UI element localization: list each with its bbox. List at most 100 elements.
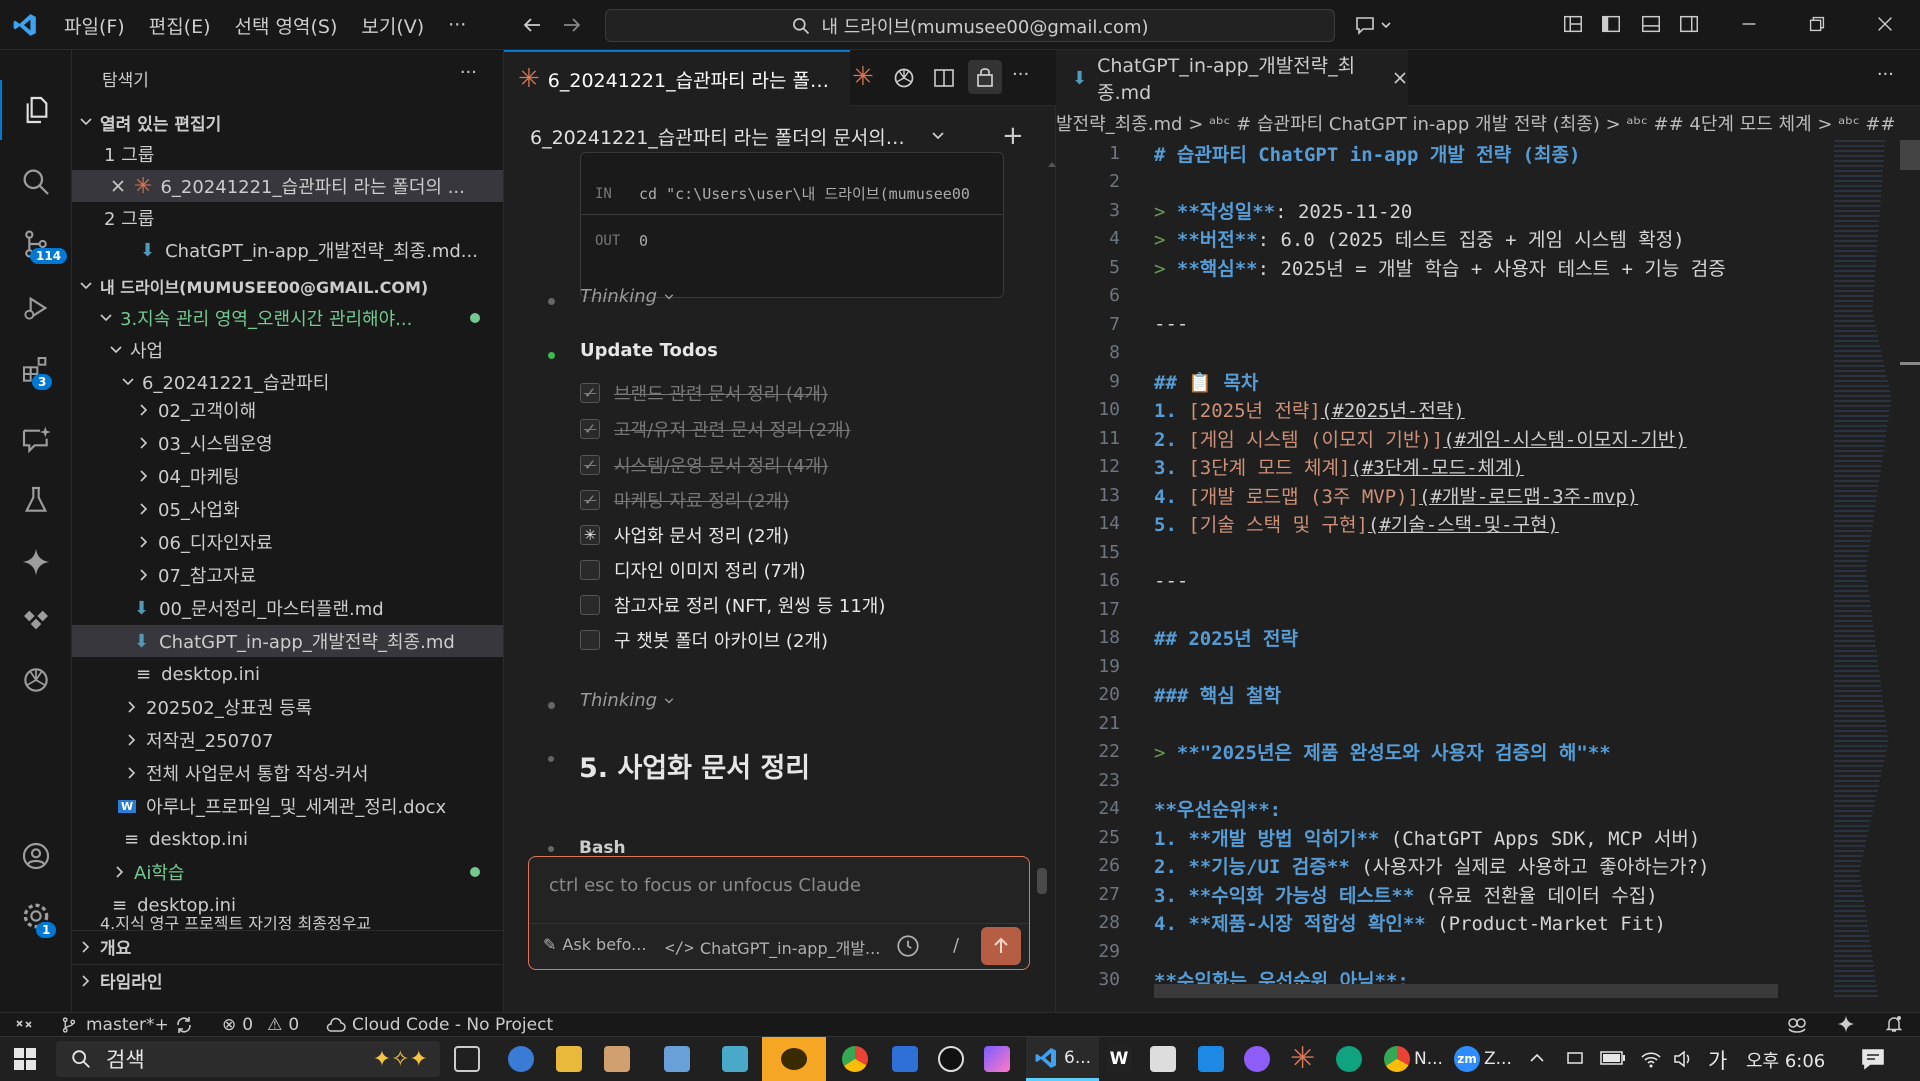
line-text[interactable]: # 습관파티 ChatGPT in-app 개발 전략 (최종) xyxy=(1154,140,1580,167)
copilot-chat-icon[interactable] xyxy=(1354,13,1394,37)
app-icon-11[interactable] xyxy=(1198,1046,1224,1072)
file-context-chip[interactable]: </> ChatGPT_in-app_개발... xyxy=(665,935,880,959)
minimize-icon[interactable] xyxy=(1738,13,1762,37)
tray-app-icon[interactable] xyxy=(1566,1049,1584,1067)
app-icon-3[interactable] xyxy=(604,1046,630,1072)
file-strategy-md[interactable]: ⬇ ChatGPT_in-app_개발전략_최종.md xyxy=(72,625,503,657)
source-control-icon[interactable]: 114 xyxy=(0,214,72,274)
split-editor-icon[interactable] xyxy=(932,66,956,90)
copilot-icon[interactable] xyxy=(1786,1014,1808,1034)
new-conversation-plus-icon[interactable]: + xyxy=(1002,121,1024,151)
line-text[interactable]: 3. **수익화 가능성 테스트** (유료 전환율 데이터 수집) xyxy=(1154,881,1658,908)
line-text[interactable]: > **버전**: 6.0 (2025 테스트 집중 + 게임 시스템 확정) xyxy=(1154,225,1685,252)
open-editor-claude-tab[interactable]: ✳ 6_20241221_습관파티 라는 폴더의 ... xyxy=(72,170,503,202)
thinking-toggle[interactable]: Thinking xyxy=(580,690,675,711)
taskbar-chrome[interactable]: N... xyxy=(1378,1037,1449,1081)
folder-all-docs[interactable]: 전체 사업문서 통합 작성-커서 xyxy=(72,757,503,789)
app-icon-4[interactable] xyxy=(664,1046,690,1072)
line-text[interactable]: 2. [게임 시스템 (이모지 기반)](#게임-시스템-이모지-기반) xyxy=(1154,425,1687,452)
chevron-down-icon[interactable] xyxy=(930,128,946,144)
notification-center-icon[interactable] xyxy=(1860,1047,1886,1071)
lock-icon[interactable] xyxy=(968,60,1002,94)
menu-more[interactable]: ··· xyxy=(436,0,478,50)
line-text[interactable]: 3. [3단계 모드 체계](#3단계-모드-체계) xyxy=(1154,453,1524,480)
folder-ai-study[interactable]: Ai학습 xyxy=(72,856,503,888)
minimap[interactable] xyxy=(1834,140,1898,1000)
close-window-icon[interactable] xyxy=(1874,13,1898,37)
clock[interactable]: 오후 6:06 xyxy=(1746,1047,1825,1073)
branch-indicator[interactable]: master*+ xyxy=(60,1015,169,1035)
close-icon[interactable] xyxy=(110,178,126,194)
menu-edit[interactable]: 편집(E) xyxy=(137,0,223,50)
claude-tab[interactable]: ✳ 6_20241221_습관파티 라는 폴더의 xyxy=(504,50,850,106)
folder-commercial[interactable]: 05_사업화 xyxy=(72,493,503,525)
notifications-bell-icon[interactable] xyxy=(1884,1014,1904,1034)
account-icon[interactable] xyxy=(0,826,72,886)
restore-icon[interactable] xyxy=(1806,13,1830,37)
history-clock-icon[interactable] xyxy=(895,933,921,959)
toggle-sidebar-icon[interactable] xyxy=(1600,13,1624,37)
ask-before-edit-button[interactable]: ✎ Ask befo... xyxy=(543,935,646,954)
line-text[interactable]: 5. [기술 스택 및 구현](#기술-스택-및-구현) xyxy=(1154,510,1559,537)
toggle-secondary-sidebar-icon[interactable] xyxy=(1678,13,1702,37)
menu-view[interactable]: 보기(V) xyxy=(349,0,436,50)
copilot-app-icon[interactable] xyxy=(984,1046,1010,1072)
folder-system[interactable]: 03_시스템운영 xyxy=(72,427,503,459)
folder-knowledge[interactable]: 3.지속 관리 영역_오랜시간 관리해야... xyxy=(72,302,503,334)
explorer-icon[interactable] xyxy=(0,80,72,140)
horizontal-scrollbar[interactable] xyxy=(1154,984,1778,998)
drive-root-folder[interactable]: 내 드라이브(MUMUSEE00@GMAIL.COM) xyxy=(72,270,503,302)
file-explorer-icon[interactable] xyxy=(556,1046,582,1072)
editor-tab[interactable]: ⬇ ChatGPT_in-app_개발전략_최종.md xyxy=(1056,50,1408,106)
open-editors-section[interactable]: 열려 있는 편집기 xyxy=(72,106,503,138)
tray-chevron-up-icon[interactable] xyxy=(1528,1049,1546,1067)
openai-icon[interactable] xyxy=(892,66,916,90)
extensions-icon[interactable]: 3 xyxy=(0,340,72,400)
file-desktop-ini[interactable]: ≡ desktop.ini xyxy=(72,658,503,690)
cloud-code-status[interactable]: Cloud Code - No Project xyxy=(326,1015,553,1035)
line-text[interactable]: **우선순위**: xyxy=(1154,795,1281,822)
toggle-panel-icon[interactable] xyxy=(1640,13,1664,37)
editor-more-button[interactable]: ··· xyxy=(1877,64,1894,85)
taskbar-zoom[interactable]: zm Z... xyxy=(1448,1037,1518,1081)
back-arrow-icon[interactable] xyxy=(520,13,544,37)
command-center-search[interactable]: 내 드라이브(mumusee00@gmail.com) xyxy=(605,9,1335,42)
line-text[interactable]: > **작성일**: 2025-11-20 xyxy=(1154,197,1412,224)
slash-command-button[interactable]: / xyxy=(953,935,959,956)
battery-icon[interactable] xyxy=(1600,1050,1626,1066)
folder-trademark[interactable]: 202502_상표권 등록 xyxy=(72,691,503,723)
line-text[interactable]: ## 2025년 전략 xyxy=(1154,624,1298,651)
volume-icon[interactable] xyxy=(1672,1049,1694,1069)
file-masterplan-md[interactable]: ⬇ 00_문서정리_마스터플랜.md xyxy=(72,592,503,624)
breadcrumb[interactable]: 발전략_최종.md > ᵃᵇᶜ # 습관파티 ChatGPT in-app 개발… xyxy=(1056,106,1920,140)
app-icon-w[interactable]: W xyxy=(1106,1046,1132,1072)
line-text[interactable]: --- xyxy=(1154,570,1188,592)
sync-icon[interactable] xyxy=(174,1015,194,1035)
task-view-icon[interactable] xyxy=(454,1046,480,1072)
testing-flask-icon[interactable] xyxy=(0,470,72,530)
taskbar-vscode[interactable]: 6... xyxy=(1026,1037,1100,1081)
claude-scrollbar[interactable] xyxy=(1037,868,1047,894)
app-icon-7[interactable] xyxy=(892,1046,918,1072)
line-text[interactable]: > **"2025년은 제품 완성도와 사용자 검증의 해"** xyxy=(1154,738,1611,765)
chrome-icon[interactable] xyxy=(842,1046,868,1072)
conversation-header[interactable]: 6_20241221_습관파티 라는 폴더의 문서의 기... + xyxy=(530,116,1030,156)
forward-arrow-icon[interactable] xyxy=(560,13,584,37)
folder-business[interactable]: 사업 xyxy=(72,334,503,366)
explorer-more-button[interactable]: ··· xyxy=(460,62,477,83)
remote-indicator-icon[interactable] xyxy=(14,1014,34,1034)
gemini-star-icon[interactable] xyxy=(1836,1014,1856,1034)
taskbar-search[interactable]: 검색 ✦✧✦ xyxy=(56,1041,440,1077)
remote-explorer-icon[interactable] xyxy=(0,590,72,650)
line-text[interactable]: ### 핵심 철학 xyxy=(1154,681,1281,708)
folder-design[interactable]: 06_디자인자료 xyxy=(72,526,503,558)
folder-customer[interactable]: 02_고객이해 xyxy=(72,394,503,426)
timeline-section[interactable]: 타임라인 xyxy=(72,964,503,996)
settings-gear-icon[interactable]: 1 xyxy=(0,886,72,946)
app-icon-8[interactable] xyxy=(938,1046,964,1072)
folder-marketing[interactable]: 04_마케팅 xyxy=(72,460,503,492)
gemini-star-icon[interactable] xyxy=(0,532,72,592)
tab-more-button[interactable]: ··· xyxy=(1012,64,1029,85)
line-text[interactable]: --- xyxy=(1154,313,1188,335)
menu-file[interactable]: 파일(F) xyxy=(52,0,137,50)
